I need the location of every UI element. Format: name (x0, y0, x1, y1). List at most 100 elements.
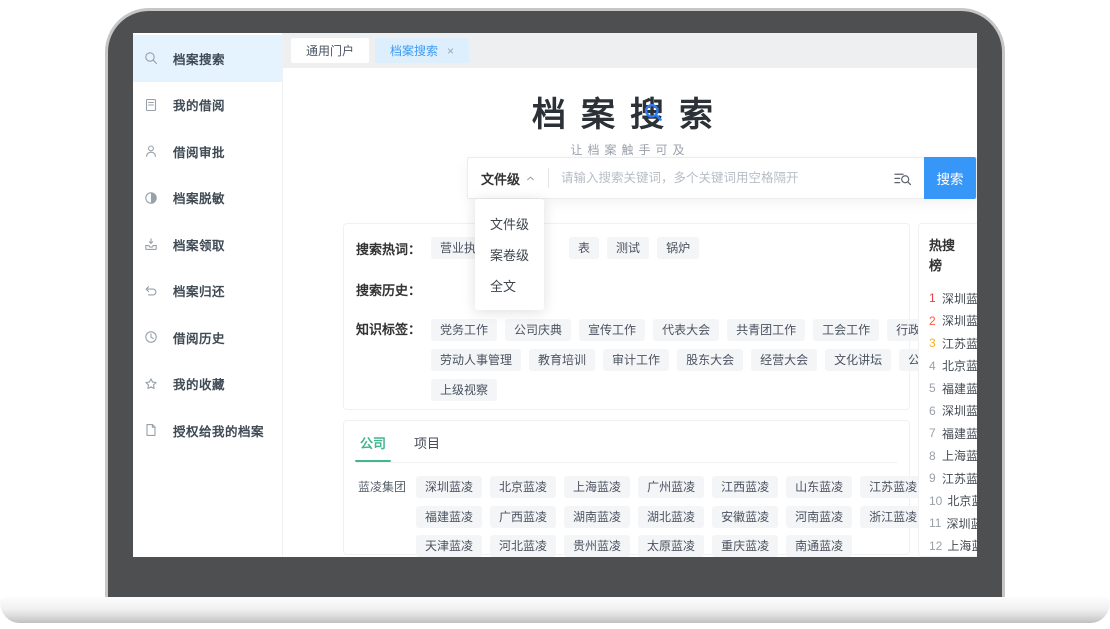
knowledge-tag[interactable]: 劳动人事管理 (431, 349, 521, 371)
company-tag[interactable]: 湖南蓝凌 (564, 506, 630, 528)
company-tag[interactable]: 天津蓝凌 (416, 535, 482, 557)
hot-rank-item[interactable]: 12 上海蓝凌 (929, 535, 977, 558)
knowledge-tag[interactable]: 宣传工作 (579, 319, 645, 341)
receive-icon (143, 237, 158, 252)
company-tag[interactable]: 广西蓝凌 (490, 506, 556, 528)
hot-rank-item[interactable]: 9 江苏蓝凌 (929, 467, 977, 490)
knowledge-tag[interactable]: 审计工作 (603, 349, 669, 371)
knowledge-tag[interactable]: 上级视察 (431, 379, 497, 401)
sidebar-item-label: 授权给我的档案 (173, 421, 264, 440)
borrow-icon (143, 97, 158, 112)
chevron-up-icon (526, 174, 535, 183)
hot-rank-label: 福建蓝凌 (942, 425, 977, 442)
hot-rank-label: 上海蓝凌 (947, 537, 977, 554)
company-tag[interactable]: 安徽蓝凌 (712, 506, 778, 528)
hot-rank-item[interactable]: 8上海蓝凌 (929, 445, 977, 468)
company-tag[interactable]: 深圳蓝凌 (416, 476, 482, 498)
rank-number: 8 (929, 449, 937, 463)
tab-label: 档案搜索 (390, 42, 438, 59)
knowledge-tag[interactable]: 教育培训 (529, 349, 595, 371)
search-button[interactable]: 搜索 (924, 157, 976, 199)
hot-rank-label: 江苏蓝凌 (942, 470, 977, 487)
company-group-label[interactable]: 蓝凌集团 (356, 474, 408, 499)
knowledge-tag[interactable]: 经营大会 (751, 349, 817, 371)
org-tab-project[interactable]: 项目 (414, 433, 440, 462)
hot-word-tag[interactable]: 锅炉 (657, 237, 699, 259)
page: 档案搜索我的借阅借阅审批档案脱敏档案领取档案归还借阅历史我的收藏授权给我的档案 … (0, 0, 1110, 629)
knowledge-tag-row: 上级视察 (431, 379, 965, 401)
scope-selector[interactable]: 文件级 (468, 169, 548, 188)
rank-number: 5 (929, 381, 937, 395)
company-tag[interactable]: 江苏蓝凌 (860, 476, 926, 498)
scope-option[interactable]: 全文 (475, 270, 544, 301)
knowledge-tag[interactable]: 党务工作 (431, 319, 497, 341)
hot-word-tag[interactable]: 测试 (607, 237, 649, 259)
hot-ranking-list: 1深圳蓝凌2深圳蓝凌3江苏蓝凌4北京蓝凌5福建蓝凌6深圳蓝凌7福建蓝凌8上海蓝凌… (929, 287, 977, 557)
company-row: 蓝凌集团深圳蓝凌北京蓝凌上海蓝凌广州蓝凌江西蓝凌山东蓝凌江苏蓝凌 (356, 474, 897, 499)
org-tab-company[interactable]: 公司 (360, 433, 386, 462)
sidebar-item-return[interactable]: 档案归还 (133, 268, 282, 315)
company-tag[interactable]: 上海蓝凌 (564, 476, 630, 498)
hot-rank-item[interactable]: 3江苏蓝凌 (929, 332, 977, 355)
company-tag[interactable]: 江西蓝凌 (712, 476, 778, 498)
window-tabbar: 通用门户 档案搜索 × (283, 33, 977, 68)
scope-option[interactable]: 文件级 (475, 208, 544, 239)
desensitize-icon (143, 190, 158, 205)
hot-word-tag[interactable]: 表 (569, 237, 599, 259)
hot-words-tags: 营业执照表测试锅炉 (431, 237, 699, 259)
sidebar-menu: 档案搜索我的借阅借阅审批档案脱敏档案领取档案归还借阅历史我的收藏授权给我的档案 (133, 35, 282, 454)
knowledge-tag[interactable]: 工会工作 (813, 319, 879, 341)
sidebar-item-label: 档案归还 (173, 281, 225, 300)
scope-option[interactable]: 案卷级 (475, 239, 544, 270)
knowledge-tag[interactable]: 文化讲坛 (825, 349, 891, 371)
hot-rank-item[interactable]: 2深圳蓝凌 (929, 310, 977, 333)
search-input[interactable] (549, 171, 894, 185)
knowledge-tag[interactable]: 股东大会 (677, 349, 743, 371)
hot-rank-label: 江苏蓝凌 (942, 335, 977, 352)
sidebar-item-label: 档案搜索 (173, 49, 225, 68)
scope-selected-label: 文件级 (481, 169, 520, 188)
hot-rank-item[interactable]: 5福建蓝凌 (929, 377, 977, 400)
company-tag[interactable]: 重庆蓝凌 (712, 535, 778, 557)
laptop-base (0, 597, 1110, 623)
sidebar-item-desensitize[interactable]: 档案脱敏 (133, 175, 282, 222)
hot-rank-item[interactable]: 4北京蓝凌 (929, 355, 977, 378)
sidebar-item-search[interactable]: 档案搜索 (133, 35, 282, 82)
company-tag[interactable]: 广州蓝凌 (638, 476, 704, 498)
sidebar-item-history[interactable]: 借阅历史 (133, 314, 282, 361)
knowledge-tag[interactable]: 代表大会 (653, 319, 719, 341)
sidebar-item-receive[interactable]: 档案领取 (133, 221, 282, 268)
sidebar-item-approval[interactable]: 借阅审批 (133, 128, 282, 175)
knowledge-tag[interactable]: 共青团工作 (727, 319, 805, 341)
hot-rank-item[interactable]: 7福建蓝凌 (929, 422, 977, 445)
company-tag[interactable]: 河北蓝凌 (490, 535, 556, 557)
company-tag[interactable]: 贵州蓝凌 (564, 535, 630, 557)
rank-number: 12 (929, 539, 942, 553)
company-tag[interactable]: 山东蓝凌 (786, 476, 852, 498)
rank-number: 1 (929, 291, 937, 305)
sidebar-item-borrow[interactable]: 我的借阅 (133, 82, 282, 129)
sidebar-item-label: 我的收藏 (173, 374, 225, 393)
company-tag[interactable]: 南通蓝凌 (786, 535, 852, 557)
hot-rank-item[interactable]: 10北京蓝凌 (929, 490, 977, 513)
rank-number: 9 (929, 471, 937, 485)
company-tag[interactable]: 太原蓝凌 (638, 535, 704, 557)
sidebar-item-authorized[interactable]: 授权给我的档案 (133, 407, 282, 454)
company-tag-rows: 蓝凌集团深圳蓝凌北京蓝凌上海蓝凌广州蓝凌江西蓝凌山东蓝凌江苏蓝凌福建蓝凌广西蓝凌… (356, 463, 897, 557)
hot-rank-item[interactable]: 11深圳蓝凌 (929, 512, 977, 535)
company-tag[interactable]: 福建蓝凌 (416, 506, 482, 528)
company-tag[interactable]: 河南蓝凌 (786, 506, 852, 528)
sidebar-item-favorites[interactable]: 我的收藏 (133, 361, 282, 408)
tab-archive-search[interactable]: 档案搜索 × (375, 38, 469, 63)
company-tag[interactable]: 浙江蓝凌 (860, 506, 926, 528)
company-tag[interactable]: 湖北蓝凌 (638, 506, 704, 528)
advanced-search-icon[interactable] (894, 171, 912, 186)
search-helpers-card: 搜索热词： 营业执照表测试锅炉 搜索历史： 知识标签： 党务工作公司庆典宣传工作… (343, 223, 910, 410)
tab-general-portal[interactable]: 通用门户 (291, 38, 369, 63)
hot-rank-item[interactable]: 6深圳蓝凌 (929, 400, 977, 423)
hot-rank-item[interactable]: 1深圳蓝凌 (929, 287, 977, 310)
company-tag[interactable]: 北京蓝凌 (490, 476, 556, 498)
close-icon[interactable]: × (447, 45, 454, 57)
knowledge-tag[interactable]: 公司庆典 (505, 319, 571, 341)
hot-ranking-title: 热搜榜 (929, 236, 959, 276)
